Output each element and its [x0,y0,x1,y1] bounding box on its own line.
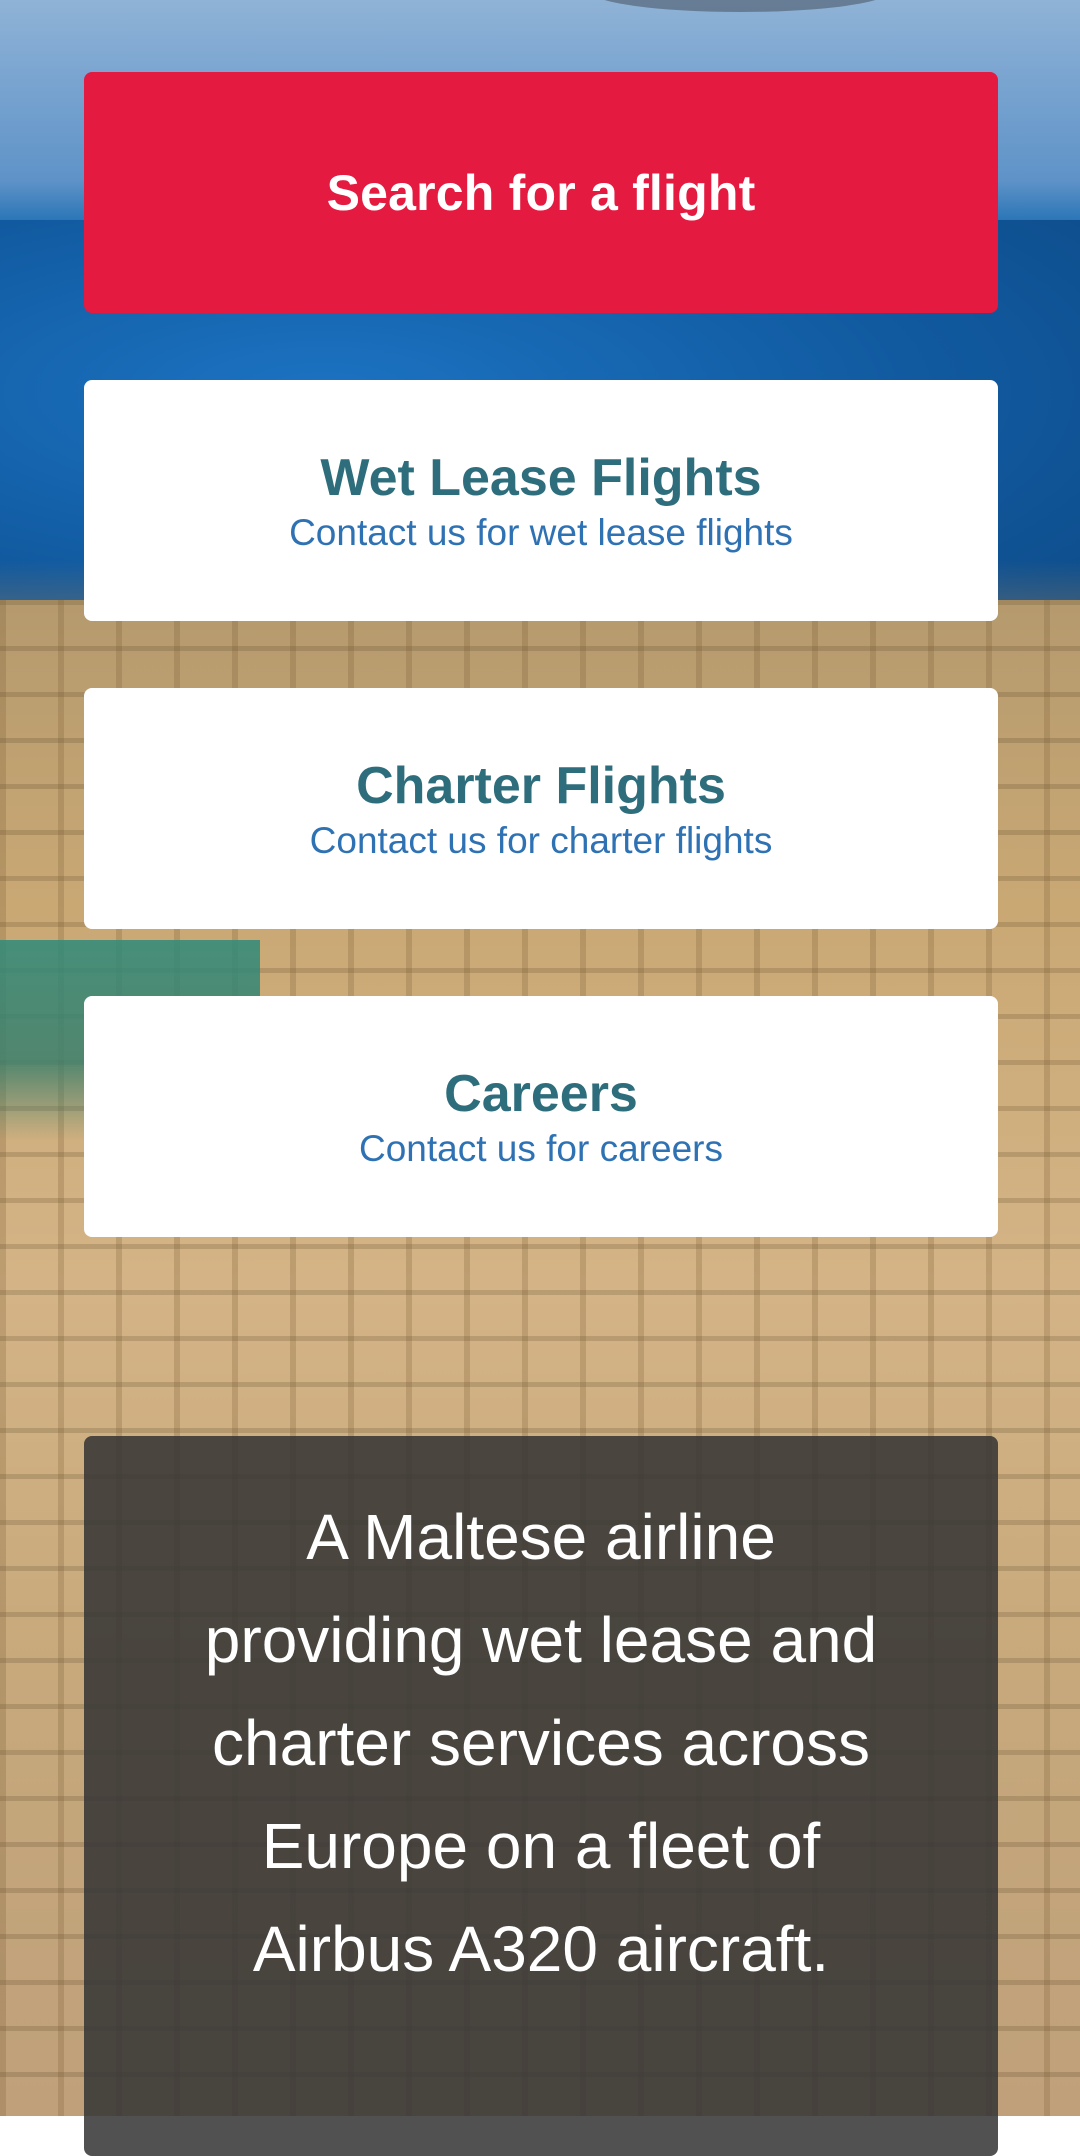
careers-link[interactable]: Contact us for careers [359,1126,723,1172]
about-panel: A Maltese airline providing wet lease an… [84,1436,998,2156]
aircraft-silhouette [590,0,890,12]
charter-flights-card[interactable]: Charter Flights Contact us for charter f… [84,688,998,929]
careers-card[interactable]: Careers Contact us for careers [84,996,998,1237]
wet-lease-link[interactable]: Contact us for wet lease flights [289,510,793,556]
search-flight-label: Search for a flight [326,164,756,221]
wet-lease-card[interactable]: Wet Lease Flights Contact us for wet lea… [84,380,998,621]
wet-lease-title: Wet Lease Flights [320,448,762,507]
charter-flights-link[interactable]: Contact us for charter flights [310,818,773,864]
careers-title: Careers [444,1064,638,1123]
search-flight-button[interactable]: Search for a flight [84,72,998,313]
charter-flights-title: Charter Flights [356,756,726,815]
about-text: A Maltese airline providing wet lease an… [204,1501,878,1985]
